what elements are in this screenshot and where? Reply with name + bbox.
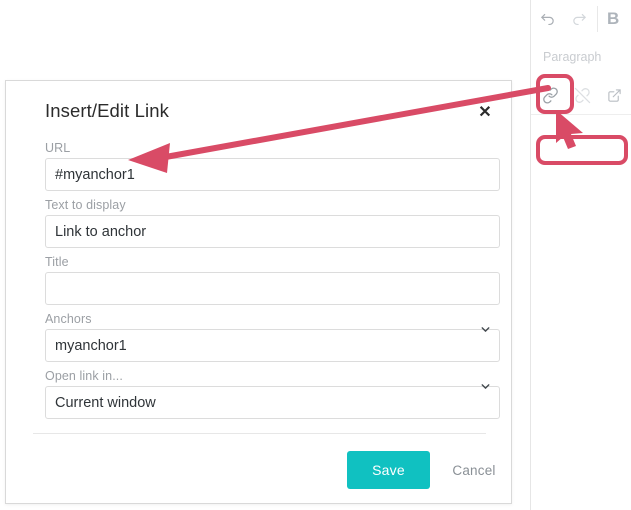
unlink-icon: [574, 87, 591, 104]
cancel-button[interactable]: Cancel: [442, 451, 506, 489]
save-button[interactable]: Save: [347, 451, 430, 489]
redo-button[interactable]: [563, 2, 595, 36]
insert-link-button[interactable]: [534, 78, 566, 112]
redo-icon: [571, 11, 588, 28]
open-link-button[interactable]: [598, 78, 630, 112]
link-icon: [542, 86, 559, 104]
dialog-divider: [33, 433, 486, 434]
field-label: Open link in...: [45, 369, 123, 383]
field-label: Text to display: [45, 198, 126, 212]
field-anchors: Anchors myanchor1: [45, 312, 503, 362]
dialog-title: Insert/Edit Link: [45, 100, 169, 121]
editor-toolbar-style-row: Paragraph: [531, 38, 631, 77]
field-url: URL #myanchor1: [45, 141, 503, 191]
field-label: Title: [45, 255, 69, 269]
undo-button[interactable]: [531, 2, 563, 36]
insert-edit-link-dialog: Insert/Edit Link ✕ URL #myanchor1 Text t…: [5, 80, 512, 504]
bold-button[interactable]: B: [600, 9, 619, 29]
paragraph-style-dropdown[interactable]: Paragraph: [531, 50, 601, 64]
rich-text-editor-panel: B Paragraph: [530, 0, 631, 510]
dialog-form: URL #myanchor1 Text to display Link to a…: [45, 141, 503, 426]
editor-toolbar-history-row: B: [531, 0, 631, 39]
open-link-icon: [607, 88, 622, 103]
close-icon[interactable]: ✕: [474, 102, 496, 124]
field-label: URL: [45, 141, 71, 155]
field-label: Anchors: [45, 312, 92, 326]
text-to-display-input[interactable]: Link to anchor: [45, 215, 500, 248]
toolbar-separator: [597, 6, 598, 32]
title-input[interactable]: [45, 272, 500, 305]
field-open-link-in: Open link in... Current window: [45, 369, 503, 419]
open-link-in-select[interactable]: Current window: [45, 386, 500, 419]
unlink-button[interactable]: [566, 78, 598, 112]
editor-toolbar-link-row: [531, 76, 631, 115]
anchors-select[interactable]: myanchor1: [45, 329, 500, 362]
field-title: Title: [45, 255, 503, 305]
url-input[interactable]: #myanchor1: [45, 158, 500, 191]
undo-icon: [539, 11, 556, 28]
field-text-to-display: Text to display Link to anchor: [45, 198, 503, 248]
